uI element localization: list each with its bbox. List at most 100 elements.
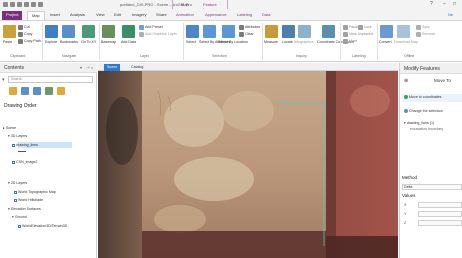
feature-item[interactable]: ▾ drawing_lines (1) [404,121,434,125]
method-select[interactable]: Delta [402,184,462,190]
sign-in-link[interactable]: Ne [444,11,457,20]
basemap-icon[interactable] [102,25,115,38]
tab-imagery[interactable]: Imagery [128,11,150,20]
goto-xy-button[interactable]: Go To XY [81,40,96,44]
add-preset-icon[interactable] [139,25,144,30]
redo-icon[interactable] [38,2,43,7]
undo-icon[interactable] [31,2,36,7]
tree-item-elevation-surfaces[interactable]: ▾ Elevation Surfaces [8,207,41,211]
filter-icon[interactable]: ▾ [2,77,5,83]
add-data-icon[interactable] [122,25,135,38]
graphics-layer-icon[interactable] [139,32,144,37]
list-by-source-icon[interactable] [21,87,29,95]
tab-catalog[interactable]: Catalog [128,64,146,71]
tree-item-scene[interactable]: ▸ Scene [3,126,16,130]
tab-map[interactable]: Map [27,11,45,20]
bookmarks-icon[interactable] [62,25,75,38]
explore-icon[interactable] [45,25,58,38]
pane-options-icon[interactable]: ▾ [80,65,82,70]
tab-project[interactable]: Project [2,11,23,20]
list-by-snapping-icon[interactable] [57,87,65,95]
clear-selection-button[interactable]: Clear [245,32,254,36]
tree-item-world-elevation[interactable]: WorldElevation3D/Terrain3D [18,224,67,228]
list-by-selection-icon[interactable] [33,87,41,95]
pause-labels-icon[interactable] [343,25,348,30]
cut-button[interactable]: Cut [24,25,30,29]
sync-button[interactable]: Sync [422,25,430,29]
scene-view[interactable]: Scene Catalog [98,63,398,258]
tab-labeling[interactable]: Labeling [233,11,256,20]
add-preset-button[interactable]: Add Preset [145,25,163,29]
z-input[interactable] [418,220,462,226]
tree-item-drawing-lines[interactable]: drawing_lines [12,143,38,147]
infographics-icon[interactable] [298,25,311,38]
help-button[interactable]: ? [430,1,433,7]
select-by-location-icon[interactable] [222,25,235,38]
select-by-attributes-icon[interactable] [203,25,216,38]
view-unplaced-button[interactable]: View Unplaced [349,32,373,36]
tab-data[interactable]: Data [258,11,274,20]
fresco-wall-scene[interactable] [98,71,398,258]
add-data-button[interactable]: Add Data [121,40,136,44]
download-map-button[interactable]: Download Map [394,40,418,44]
cut-icon[interactable] [18,25,23,30]
locate-icon[interactable] [282,25,295,38]
back-arrow-icon[interactable]: ⊕ [404,78,408,84]
tab-analysis[interactable]: Analysis [66,11,89,20]
layer-checkbox[interactable] [18,224,21,228]
new-icon[interactable] [17,2,22,7]
layer-checkbox[interactable] [14,198,17,202]
tab-animation[interactable]: Animation [172,11,198,20]
tab-edit[interactable]: Edit [110,11,125,20]
tab-appearance[interactable]: Appearance [201,11,231,20]
layer-checkbox[interactable] [12,143,15,147]
tab-view[interactable]: View [92,11,109,20]
copy-path-button[interactable]: Copy Path [24,39,41,43]
attributes-button[interactable]: Attributes [245,25,260,29]
clear-selection-icon[interactable] [239,32,244,37]
select-by-location-button[interactable]: Select By Location [218,40,248,44]
open-icon[interactable] [24,2,29,7]
tree-item-ground[interactable]: ▾ Ground [12,215,27,219]
view-unplaced-icon[interactable] [343,32,348,37]
convert-icon[interactable] [380,25,393,38]
layer-checkbox[interactable] [14,190,17,194]
tree-item-world-topographic-map[interactable]: World Topographic Map [14,190,56,194]
locate-button[interactable]: Locate [282,40,293,44]
close-icon[interactable]: × [91,65,93,70]
attributes-icon[interactable] [239,25,244,30]
copy-icon[interactable] [18,32,23,37]
lock-labels-button[interactable]: Lock [364,25,372,29]
tab-insert[interactable]: Insert [46,11,64,20]
y-input[interactable] [418,211,462,217]
select-icon[interactable] [186,25,199,38]
tab-share[interactable]: Share [152,11,171,20]
bookmarks-button[interactable]: Bookmarks [60,40,78,44]
copy-button[interactable]: Copy [24,32,32,36]
remove-button[interactable]: Remove [422,32,435,36]
select-button[interactable]: Select [186,40,196,44]
save-icon[interactable] [10,2,15,7]
search-input[interactable]: Search [8,76,93,83]
more-labels-button[interactable]: More [349,39,357,43]
pin-icon[interactable]: ⊣ [86,65,89,70]
explore-button[interactable]: Explore [45,40,57,44]
measure-icon[interactable] [265,25,278,38]
x-input[interactable] [418,202,462,208]
more-labels-icon[interactable] [343,39,348,44]
download-map-icon[interactable] [397,25,410,38]
paste-button[interactable]: Paste [3,40,12,44]
layer-checkbox[interactable] [12,160,15,164]
goto-xy-icon[interactable] [82,25,95,38]
sync-icon[interactable] [416,25,421,30]
tab-scene[interactable]: Scene [104,64,121,71]
tree-item-2d-layers[interactable]: ▾ 2D Layers [8,181,27,185]
copy-path-icon[interactable] [18,39,23,44]
change-selection-row[interactable]: Change the selection [404,109,443,114]
tree-item-3d-layers[interactable]: ▾ 3D Layers [8,134,27,138]
maximize-button[interactable]: □ [453,1,456,7]
paste-icon[interactable] [3,25,16,38]
tree-item-world-hillshade[interactable]: World Hillshade [14,198,43,202]
basemap-button[interactable]: Basemap [101,40,116,44]
add-graphics-layer-button[interactable]: Add Graphics Layer [145,32,177,36]
